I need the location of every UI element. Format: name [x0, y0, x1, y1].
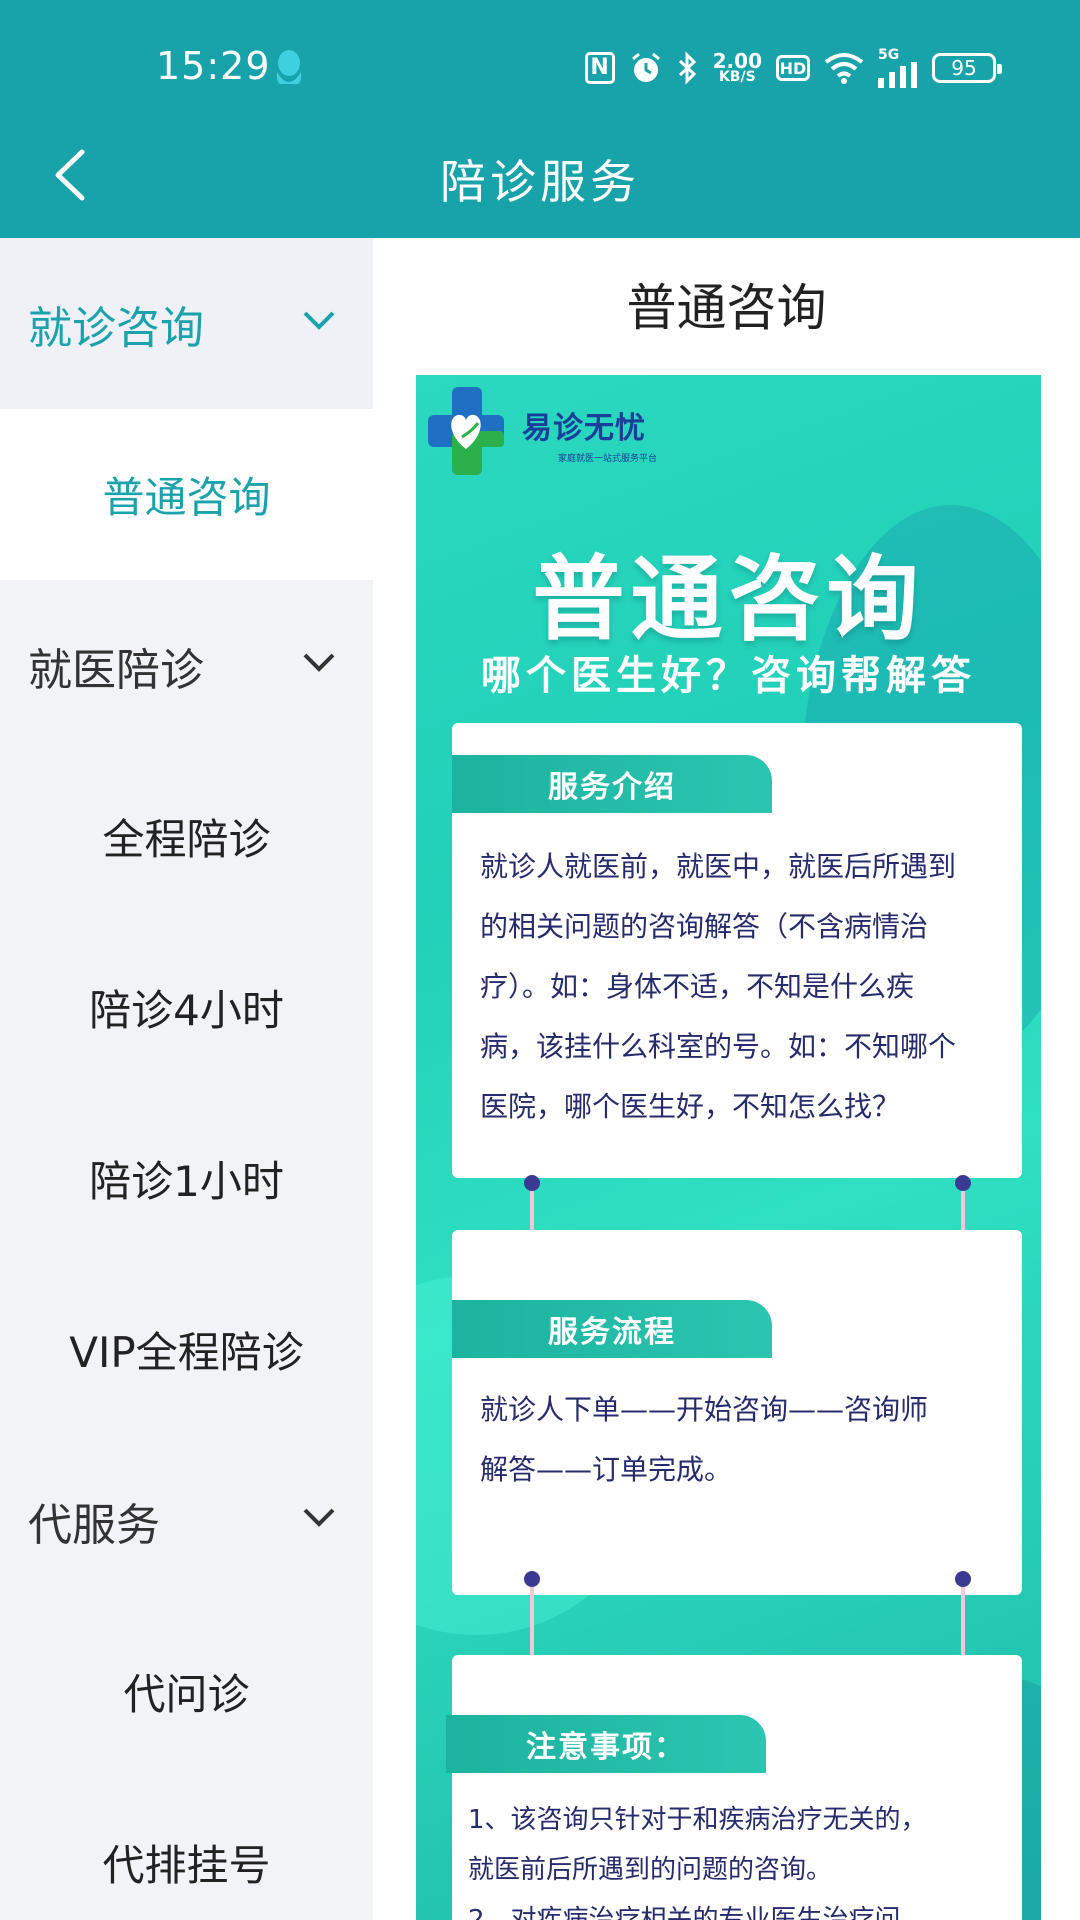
sidebar-item-proxy-register[interactable]: 代排挂号	[0, 1777, 373, 1920]
poster-title: 普通咨询	[532, 546, 925, 653]
brand-name: 易诊无忧	[522, 411, 646, 446]
section-body: 就诊人就医前，就医中，就医后所遇到 的相关问题的咨询解答（不含病情治 疗）。如：…	[480, 837, 1004, 1137]
signal-label: 5G	[878, 47, 900, 63]
hd-icon: HD	[776, 55, 810, 81]
service-intro-card: 服务介绍 就诊人就医前，就医中，就医后所遇到 的相关问题的咨询解答（不含病情治 …	[452, 723, 1022, 1178]
sidebar-item-label: 代服务	[28, 1499, 160, 1551]
section-label: 注意事项：	[446, 1715, 766, 1773]
battery-level: 95	[951, 56, 977, 80]
status-icons: N 2.00 KB/S HD 5G 95	[584, 46, 1002, 90]
sidebar-group-consultation[interactable]: 就诊咨询	[0, 238, 373, 409]
category-sidebar: 就诊咨询 普通咨询 就医陪诊 全程陪诊 陪诊4小时 陪诊1小时 VIP全程陪诊 …	[0, 238, 373, 1920]
sidebar-item-label: 全程陪诊	[102, 815, 271, 864]
nfc-icon: N	[584, 52, 615, 84]
sidebar-item-label: 陪诊1小时	[89, 1157, 284, 1206]
sidebar-item-label: 陪诊4小时	[89, 986, 284, 1035]
sidebar-group-proxy[interactable]: 代服务	[0, 1435, 373, 1606]
section-label: 服务介绍	[452, 755, 772, 813]
text-line: 就医前后所遇到的问题的咨询。	[468, 1855, 833, 1885]
sidebar-item-label: 就医陪诊	[28, 644, 204, 696]
poster-subtitle: 哪个医生好？咨询帮解答	[481, 653, 976, 699]
section-body: 就诊人下单——开始咨询——咨询师 解答——订单完成。	[480, 1380, 1004, 1500]
notice-card: 注意事项： 1、该咨询只针对于和疾病治疗无关的， 就医前后所遇到的问题的咨询。 …	[446, 1655, 1022, 1920]
chevron-down-icon	[303, 311, 335, 330]
net-speed: 2.00 KB/S	[712, 49, 762, 85]
section-label: 服务流程	[452, 1300, 772, 1358]
text-line: 就诊人就医前，就医中，就医后所遇到	[480, 850, 957, 883]
text-line: 就诊人下单——开始咨询——咨询师	[480, 1393, 929, 1426]
sidebar-item-vip-escort[interactable]: VIP全程陪诊	[0, 1264, 373, 1435]
page-title: 陪诊服务	[440, 155, 640, 209]
qq-icon	[276, 50, 302, 84]
sidebar-item-label: 代排挂号	[102, 1841, 271, 1890]
sidebar-item-proxy-consult[interactable]: 代问诊	[0, 1606, 373, 1777]
signal-bars-icon	[878, 62, 917, 88]
brand-logo-icon	[428, 387, 504, 475]
sidebar-item-full-escort[interactable]: 全程陪诊	[0, 751, 373, 922]
status-time: 15:29	[156, 44, 271, 88]
battery-icon: 95	[932, 53, 1002, 83]
content-title: 普通咨询	[626, 279, 827, 337]
sidebar-item-general-consult[interactable]: 普通咨询	[0, 409, 373, 580]
bluetooth-icon	[678, 51, 696, 85]
net-speed-value: 2.00	[712, 49, 762, 73]
chevron-down-icon	[303, 653, 335, 672]
service-poster-image: 易诊无忧 家庭就医一站式服务平台 普通咨询 哪个医生好？咨询帮解答 服务介绍 就…	[416, 375, 1041, 1920]
text-line: 疗）。如：身体不适，不知是什么疾	[480, 970, 915, 1003]
sidebar-item-label: VIP全程陪诊	[69, 1328, 304, 1377]
sidebar-item-escort-4h[interactable]: 陪诊4小时	[0, 922, 373, 1093]
text-line: 医院，哪个医生好，不知怎么找？	[480, 1090, 901, 1123]
status-bar: 15:29 N 2.00 KB/S HD 5G 95	[0, 0, 1080, 130]
text-line: 病，该挂什么科室的号。如：不知哪个	[480, 1030, 957, 1063]
sidebar-item-escort-1h[interactable]: 陪诊1小时	[0, 1093, 373, 1264]
wifi-icon	[824, 53, 864, 84]
sidebar-item-label: 普通咨询	[102, 473, 271, 522]
app-header: 15:29 N 2.00 KB/S HD 5G 95 陪诊服务	[0, 0, 1080, 238]
service-process-card: 服务流程 就诊人下单——开始咨询——咨询师 解答——订单完成。	[452, 1230, 1022, 1595]
text-line: 2、对疾病治疗相关的专业医生治疗问	[468, 1905, 901, 1920]
sidebar-group-escort[interactable]: 就医陪诊	[0, 580, 373, 751]
net-speed-unit: KB/S	[718, 69, 756, 85]
sidebar-item-label: 代问诊	[123, 1670, 250, 1719]
text-line: 的相关问题的咨询解答（不含病情治	[480, 910, 929, 943]
sidebar-item-label: 就诊咨询	[28, 302, 204, 354]
content-panel: 普通咨询 易诊无忧 家庭就医一站式服务平台 普通咨询 哪个医生好？咨询帮解答 服…	[373, 238, 1080, 1920]
alarm-icon	[631, 52, 660, 82]
brand-tagline: 家庭就医一站式服务平台	[558, 454, 658, 464]
text-line: 解答——订单完成。	[480, 1453, 733, 1486]
section-body: 1、该咨询只针对于和疾病治疗无关的， 就医前后所遇到的问题的咨询。 2、对疾病治…	[468, 1795, 1004, 1920]
cellular-icon: 5G	[878, 48, 918, 88]
chevron-down-icon	[303, 1508, 335, 1527]
text-line: 1、该咨询只针对于和疾病治疗无关的，	[468, 1805, 927, 1835]
